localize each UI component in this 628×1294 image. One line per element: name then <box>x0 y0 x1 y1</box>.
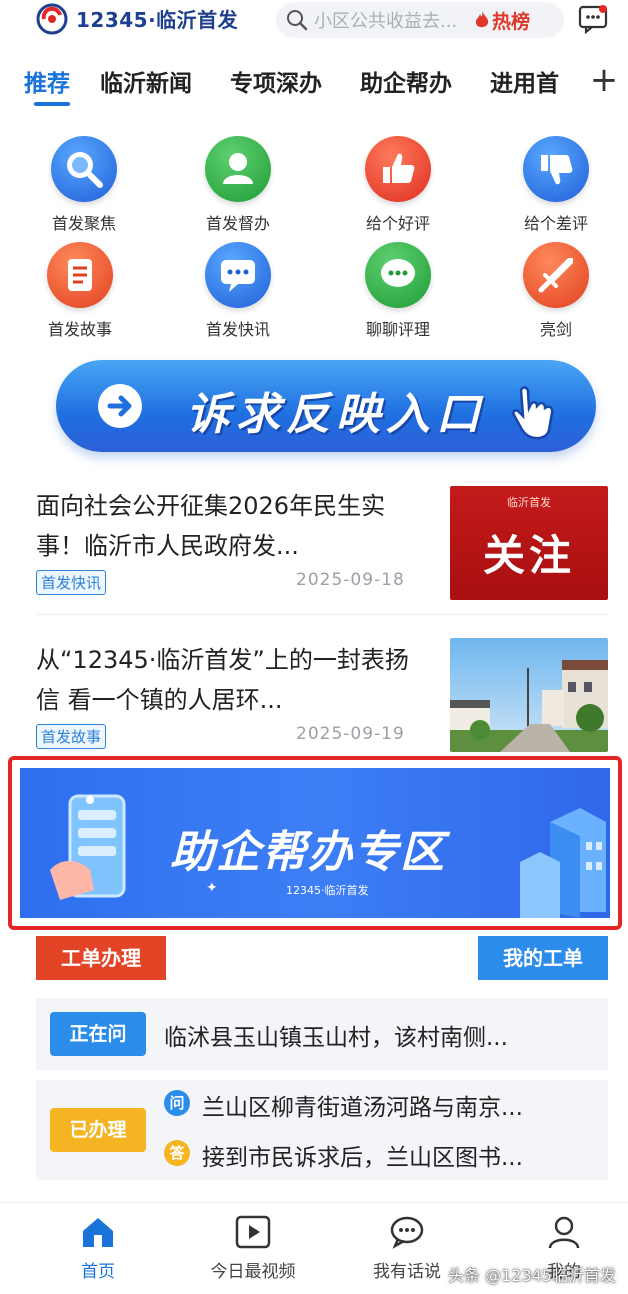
grid-item-criticize[interactable]: 给个差评 <box>506 136 606 234</box>
tab-recommend[interactable]: 推荐 <box>24 64 70 98</box>
zone-title: 助企帮办专区 <box>170 827 446 878</box>
grid-label: 首发督办 <box>205 214 270 233</box>
grid-item-supervise[interactable]: 首发督办 <box>188 136 288 234</box>
answer-text: 接到市民诉求后，兰山区图书... <box>202 1145 523 1171</box>
enterprise-help-zone-banner[interactable]: 助企帮办专区 12345·临沂首发 ✦ <box>8 756 622 930</box>
search-placeholder: 小区公共收益去... <box>314 11 458 32</box>
app-logo[interactable]: 12345·临沂首发 <box>34 0 238 36</box>
sword-icon <box>523 242 589 308</box>
grid-label: 给个好评 <box>365 214 430 233</box>
person-icon <box>205 136 271 202</box>
nav-label: 今日最视频 <box>210 1262 296 1282</box>
message-icon[interactable] <box>578 4 608 35</box>
answer-icon: 答 <box>164 1140 190 1166</box>
speech-icon <box>390 1216 424 1249</box>
news-tag: 首发故事 <box>36 724 107 749</box>
thumbs-down-icon <box>523 136 589 202</box>
tab-more-partial[interactable]: 进用首 <box>490 64 559 98</box>
grid-label: 首发聚焦 <box>51 214 116 233</box>
my-work-orders-button[interactable]: 我的工单 <box>478 936 608 980</box>
user-icon <box>548 1216 580 1249</box>
grid-label: 亮剑 <box>539 320 572 339</box>
nav-label: 首页 <box>81 1262 115 1282</box>
category-tabs: 推荐 临沂新闻 专项深办 助企帮办 进用首 + <box>0 58 628 110</box>
grid-label: 首发快讯 <box>205 320 270 339</box>
thumbnail-caption: 关注 <box>482 531 575 580</box>
tab-enterprise-help[interactable]: 助企帮办 <box>360 64 452 98</box>
search-icon <box>287 10 308 31</box>
phone-illustration-icon <box>50 790 150 914</box>
nav-home[interactable]: 首页 <box>70 1215 126 1282</box>
grid-item-stories[interactable]: 首发故事 <box>30 242 130 340</box>
top-bar: 12345·临沂首发 小区公共收益去... 热榜 <box>0 0 628 50</box>
question-text: 兰山区柳青街道汤河路与南京... <box>202 1095 523 1121</box>
zone-subtitle: 12345·临沂首发 <box>286 884 369 897</box>
add-tab-button[interactable]: + <box>580 58 628 104</box>
tab-special-handling[interactable]: 专项深办 <box>230 64 322 98</box>
entrance-label: 诉求反映入口 <box>186 389 486 440</box>
question-icon: 问 <box>164 1090 190 1116</box>
arrow-right-icon <box>98 384 142 428</box>
grid-item-flash-news[interactable]: 首发快讯 <box>188 242 288 340</box>
thumbs-up-icon <box>365 136 431 202</box>
divider <box>36 614 608 615</box>
pointing-hand-icon <box>511 384 565 446</box>
thumbnail-brand: 临沂首发 <box>507 496 551 509</box>
hot-list-link[interactable]: 热榜 <box>474 7 530 34</box>
nav-label: 我有话说 <box>373 1262 441 1282</box>
watermark: 头条 @12345临沂首发 <box>448 1266 616 1285</box>
active-tab-indicator <box>34 102 70 106</box>
news-date: 2025-09-18 <box>296 570 405 590</box>
news-title: 面向社会公开征集2026年民生实事！临沂市人民政府发... <box>36 492 386 560</box>
appeal-entrance-banner[interactable]: 诉求反映入口 <box>56 360 596 452</box>
asking-card[interactable]: 正在问 临沭县玉山镇玉山村，该村南侧... <box>36 998 608 1070</box>
nav-speak[interactable]: 我有话说 <box>364 1215 450 1282</box>
nav-today-video[interactable]: 今日最视频 <box>200 1215 306 1282</box>
handled-badge: 已办理 <box>50 1108 146 1152</box>
handled-card[interactable]: 已办理 问 兰山区柳青街道汤河路与南京... 答 接到市民诉求后，兰山区图书..… <box>36 1080 608 1180</box>
grid-label: 给个差评 <box>523 214 588 233</box>
grid-item-focus[interactable]: 首发聚焦 <box>34 136 134 234</box>
news-item[interactable]: 面向社会公开征集2026年民生实事！临沂市人民政府发... 首发快讯 2025-… <box>0 478 628 618</box>
grid-item-praise[interactable]: 给个好评 <box>348 136 448 234</box>
news-item[interactable]: 从“12345·临沂首发”上的一封表扬信 看一个镇的人居环... 首发故事 20… <box>0 632 628 772</box>
grid-item-sword[interactable]: 亮剑 <box>506 242 606 340</box>
chat-bubble-icon <box>205 242 271 308</box>
logo-text: 12345·临沂首发 <box>76 7 239 32</box>
grid-label: 聊聊评理 <box>365 320 430 339</box>
building-illustration-icon <box>510 792 610 922</box>
zone-background: 助企帮办专区 12345·临沂首发 ✦ <box>20 768 610 918</box>
news-title: 从“12345·临沂首发”上的一封表扬信 看一个镇的人居环... <box>36 646 409 714</box>
sparkle-icon: ✦ <box>206 880 218 896</box>
hot-list-label: 热榜 <box>492 10 531 33</box>
news-thumbnail <box>450 638 608 752</box>
grid-label: 首发故事 <box>47 320 112 339</box>
document-icon <box>47 242 113 308</box>
asking-badge: 正在问 <box>50 1012 146 1056</box>
work-order-handling-tab[interactable]: 工单办理 <box>36 936 166 980</box>
news-tag: 首发快讯 <box>36 570 107 595</box>
logo-mark-icon <box>34 1 72 35</box>
asking-text: 临沭县玉山镇玉山村，该村南侧... <box>164 1025 508 1051</box>
home-icon <box>83 1218 113 1247</box>
tab-linyi-news[interactable]: 临沂新闻 <box>100 64 192 98</box>
magnifier-icon <box>51 136 117 202</box>
grid-item-discuss[interactable]: 聊聊评理 <box>348 242 448 340</box>
flame-icon <box>475 11 489 28</box>
news-thumbnail: 临沂首发 关注 <box>450 486 608 600</box>
search-bar[interactable]: 小区公共收益去... 热榜 <box>276 2 564 38</box>
play-icon <box>235 1215 271 1249</box>
chat-dots-icon <box>365 242 431 308</box>
news-date: 2025-09-19 <box>296 724 405 744</box>
